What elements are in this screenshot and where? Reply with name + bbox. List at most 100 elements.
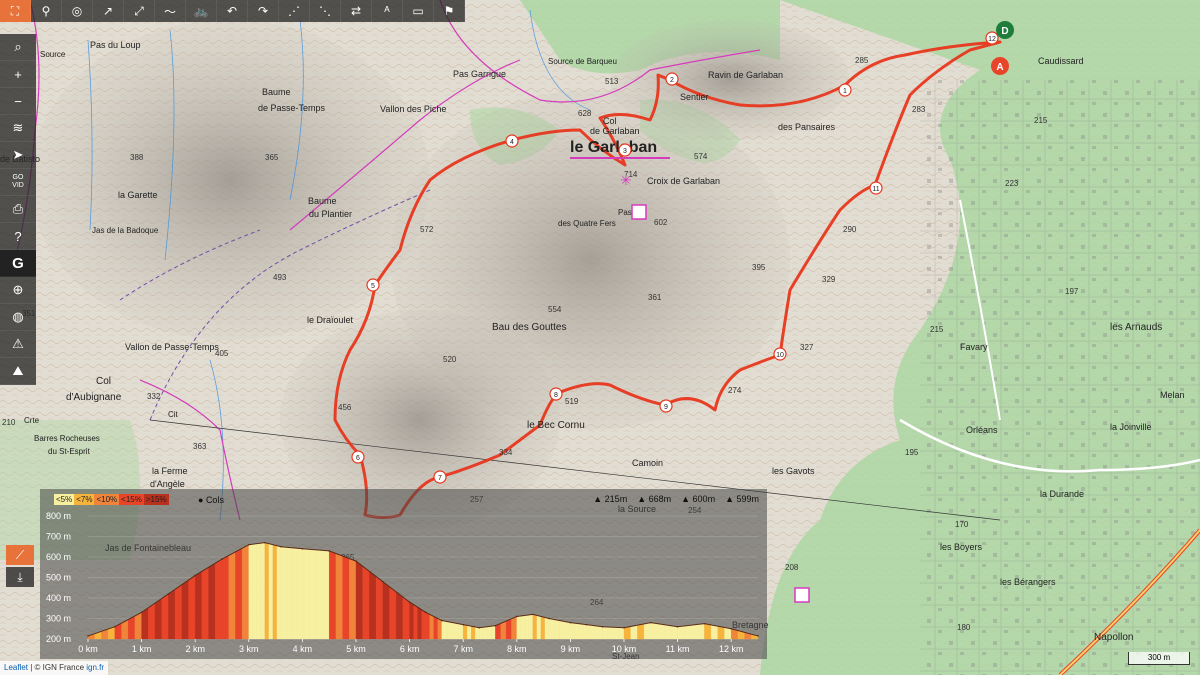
- elevation-segment: [409, 601, 414, 640]
- map-label: Vallon de Passe-Temps: [125, 342, 219, 352]
- route-marker[interactable]: 11: [869, 181, 883, 195]
- elevation-segment: [586, 624, 591, 640]
- locate-button[interactable]: ➤: [0, 142, 36, 169]
- route-marker[interactable]: 8: [549, 387, 563, 401]
- x-tick-label: 0 km: [78, 644, 98, 654]
- elevation-chart[interactable]: 800 m 700 m 600 m 500 m 400 m 300 m 200 m 0 km 1…: [40, 489, 767, 659]
- download-button[interactable]: ⤓: [6, 567, 34, 587]
- fullscreen-button[interactable]: ⛶: [0, 0, 31, 22]
- route-marker[interactable]: 12: [985, 31, 999, 45]
- route-marker[interactable]: 3: [618, 143, 632, 157]
- x-tick-label: 7 km: [453, 644, 473, 654]
- ign-link[interactable]: ign.fr: [86, 663, 104, 672]
- elevation-segment: [241, 544, 249, 640]
- elevation-segment: [396, 591, 404, 640]
- map-label: le Draïoulet: [307, 315, 354, 325]
- elevation-segment: [536, 615, 542, 640]
- print-button[interactable]: ⎙: [0, 196, 36, 223]
- map-label: Vallon des Piche: [380, 104, 446, 114]
- map-label: Sentier: [680, 92, 709, 102]
- marker-button[interactable]: ⚑: [434, 0, 465, 22]
- map-label: Pas Garrigue: [453, 69, 506, 79]
- route-marker[interactable]: 2: [665, 72, 679, 86]
- elevation-segment: [425, 612, 430, 640]
- map-label: Ravin de Garlaban: [708, 70, 783, 80]
- route-marker[interactable]: 6: [351, 450, 365, 464]
- elevation-segment: [148, 602, 156, 640]
- elevation-segment: [208, 562, 216, 640]
- route-marker[interactable]: 4: [505, 134, 519, 148]
- draw-segment-button[interactable]: ⤢: [124, 0, 155, 22]
- climbing-site-icon: [631, 204, 647, 220]
- elevation-segment: [389, 586, 397, 640]
- map-label: d'Aubignane: [66, 392, 122, 403]
- text-direction-button[interactable]: ᴬ: [372, 0, 403, 22]
- crosshair-button[interactable]: ⊕: [0, 277, 36, 304]
- map-label: Orléans: [966, 425, 998, 435]
- google-button[interactable]: G: [0, 250, 36, 277]
- route-marker[interactable]: 7: [433, 470, 447, 484]
- layers-button[interactable]: ≋: [0, 115, 36, 142]
- profile-chart-button[interactable]: ⟋: [6, 545, 34, 565]
- spot-height: 290: [843, 225, 857, 234]
- elevation-segment: [256, 542, 262, 640]
- elevation-segment: [362, 565, 370, 640]
- redo-button[interactable]: ↷: [248, 0, 279, 22]
- spot-height: 215: [1034, 116, 1048, 125]
- route-marker-label: 4: [510, 139, 514, 146]
- elevation-segment: [590, 624, 595, 640]
- route-marker[interactable]: 9: [659, 399, 673, 413]
- elevation-segment: [375, 576, 383, 640]
- elevation-point: [585, 623, 588, 626]
- help-button[interactable]: ?: [0, 223, 36, 250]
- freehand-button[interactable]: 〜: [155, 0, 186, 22]
- elevation-segment: [329, 550, 337, 640]
- hide-button[interactable]: ◎: [62, 0, 93, 22]
- end-marker[interactable]: A: [991, 57, 1009, 75]
- globe-button[interactable]: ◍: [0, 304, 36, 331]
- waypoints-icon: ⋰: [288, 4, 300, 18]
- map-label: Source: [40, 50, 66, 59]
- elevation-segment: [457, 623, 464, 640]
- elevation-profile-panel[interactable]: <5% <7% <10% <15% >15% ● Cols ▲ 215m ▲ 668m ▲ …: [40, 489, 767, 659]
- gpx-icon: GO VID: [12, 174, 24, 189]
- zoom-in-button[interactable]: +: [0, 61, 36, 88]
- elevation-segment: [578, 623, 583, 640]
- route-marker[interactable]: 1: [838, 83, 852, 97]
- route-marker[interactable]: 10: [773, 347, 787, 361]
- crop-button[interactable]: ▭: [403, 0, 434, 22]
- layers-icon: ≋: [12, 120, 24, 135]
- elevation-segment: [308, 549, 316, 640]
- undo-icon: ↶: [226, 4, 238, 18]
- elevation-segment: [471, 626, 476, 640]
- elevation-point: [462, 623, 465, 626]
- elevation-segment: [134, 612, 142, 640]
- start-marker[interactable]: D: [996, 21, 1014, 39]
- spot-height: 170: [955, 520, 969, 529]
- climbing-site-icon: [794, 587, 810, 603]
- profile-chart-icon: ⟋: [15, 547, 25, 562]
- spot-height: 554: [548, 305, 562, 314]
- hiker-button[interactable]: ⚠: [0, 331, 36, 358]
- elevation-segment: [544, 617, 550, 640]
- elevation-segment: [201, 566, 209, 640]
- leaflet-link[interactable]: Leaflet: [4, 663, 28, 672]
- left-toolbar: ⌕ + − ≋ ➤ GO VID ⎙? G ⊕ ◍ ⚠ ⛰: [0, 34, 36, 385]
- reverse-button[interactable]: ⇄: [341, 0, 372, 22]
- route-icon: ⚲: [41, 4, 51, 18]
- undo-button[interactable]: ↶: [217, 0, 248, 22]
- terrain-button[interactable]: ⛰: [0, 358, 36, 385]
- route-marker-label: 7: [438, 475, 442, 482]
- route-marker[interactable]: 5: [366, 278, 380, 292]
- freehand-icon: 〜: [163, 4, 176, 19]
- elevation-segment: [248, 544, 253, 640]
- elevation-point: [548, 617, 550, 620]
- bike-button[interactable]: 🚲: [186, 0, 217, 22]
- draw-line-button[interactable]: ↗: [93, 0, 124, 22]
- waypoints-button[interactable]: ⋰: [279, 0, 310, 22]
- zoom-out-button[interactable]: −: [0, 88, 36, 115]
- nodes-button[interactable]: ⋱: [310, 0, 341, 22]
- route-button[interactable]: ⚲: [31, 0, 62, 22]
- search-button[interactable]: ⌕: [0, 34, 36, 61]
- gpx-button[interactable]: GO VID: [0, 169, 36, 196]
